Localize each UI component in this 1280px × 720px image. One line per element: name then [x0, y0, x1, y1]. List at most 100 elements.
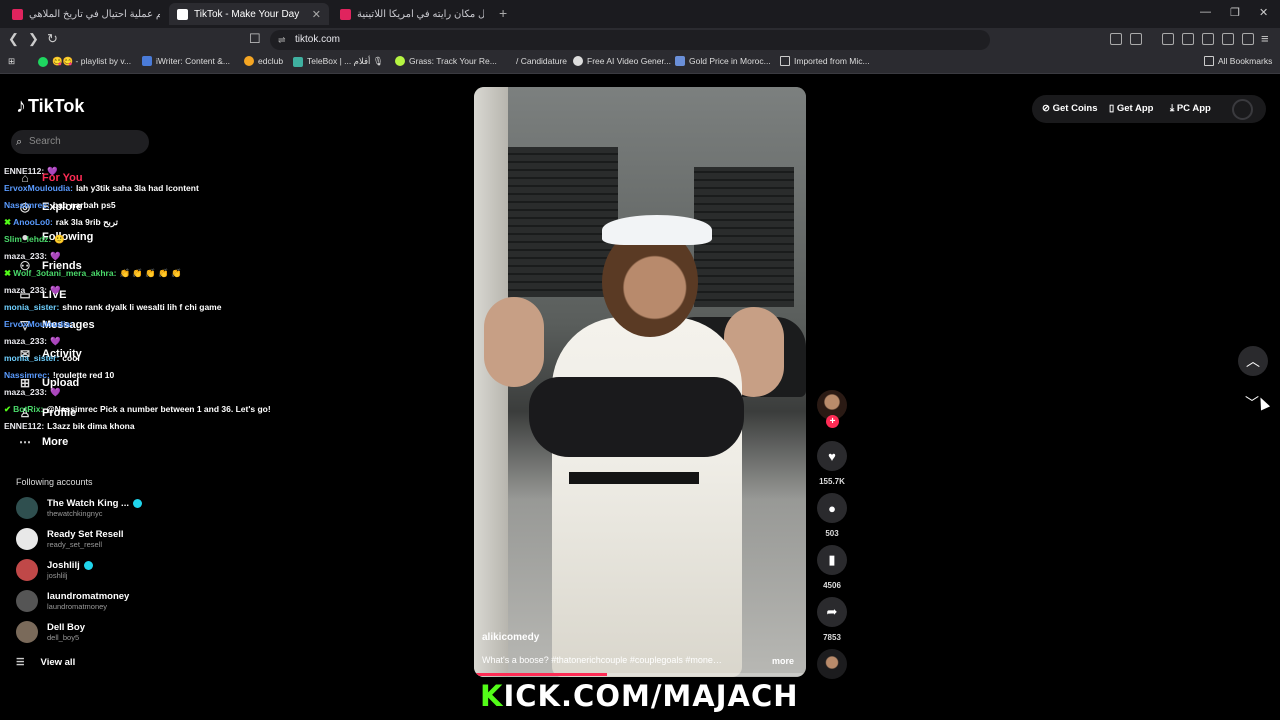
music-disc[interactable]: [817, 649, 847, 679]
extension-icon[interactable]: [1110, 33, 1122, 45]
chat-text: shno rank dyalk li wesalti lih f chi gam…: [62, 302, 222, 312]
new-tab-button[interactable]: +: [499, 5, 507, 21]
chat-message: ✖ Wolf_3otani_mera_akhra: 👏 👏 👏 👏 👏: [4, 268, 182, 279]
list-icon: ☰: [16, 657, 25, 668]
video-username[interactable]: alikicomedy: [482, 632, 539, 643]
video-progress-bar[interactable]: [474, 673, 806, 676]
caption-more-button[interactable]: more: [772, 656, 794, 666]
avatar: [16, 590, 38, 612]
maximize-icon[interactable]: ❐: [1230, 6, 1240, 19]
get-coins-button[interactable]: ⊘ Get Coins: [1042, 103, 1097, 114]
sidebar-icon[interactable]: [1182, 33, 1194, 45]
tab-1[interactable]: اضخم عملية احتيال في تاريخ الملاهي: [4, 3, 168, 25]
comment-button[interactable]: ● 503: [817, 493, 847, 538]
video-scene: [529, 377, 744, 457]
edclub-icon: [244, 56, 254, 66]
tiktok-logo[interactable]: ♪ TikTok: [16, 95, 84, 118]
site-info-icon[interactable]: ⇌: [278, 30, 286, 50]
account-name: Ready Set Resell: [47, 529, 124, 540]
chat-username: BotRix:: [13, 404, 44, 414]
account-name-text: Ready Set Resell: [47, 529, 124, 540]
tab-3-title: أجمل مكان رأيته في أمريكا اللاتينية 🇻🇪: [357, 8, 484, 20]
tab-3[interactable]: أجمل مكان رأيته في أمريكا اللاتينية 🇻🇪: [332, 3, 492, 25]
avatar[interactable]: [1232, 99, 1253, 120]
url-text: tiktok.com: [295, 34, 341, 45]
menu-icon[interactable]: ≡: [1261, 31, 1269, 46]
chat-username: maza_233:: [4, 387, 48, 397]
close-window-icon[interactable]: ✕: [1259, 6, 1268, 19]
chat-username: ENNE112:: [4, 166, 45, 176]
chat-username: Nassimrec:: [4, 200, 50, 210]
following-account[interactable]: Ready Set Resell ready_set_resell: [16, 528, 124, 550]
close-tab-icon[interactable]: ✕: [312, 8, 321, 21]
view-all-link[interactable]: ☰ View all: [16, 657, 75, 668]
following-account[interactable]: laundromatmoney laundromatmoney: [16, 590, 129, 612]
video-progress-fill: [474, 673, 607, 676]
chat-text: rak 3la 9rib تربح: [55, 217, 118, 227]
bookmark-item[interactable]: TeleBox | ... أفلام 🎙: [293, 56, 384, 67]
spotify-icon: [38, 56, 48, 67]
chat-message: ✖ AnooLo0: rak 3la 9rib تربح: [4, 217, 118, 228]
chat-message: maza_233: 💜: [4, 336, 61, 347]
video-player[interactable]: alikicomedy What's a boose? #thatonerich…: [474, 87, 806, 677]
chat-username: ErvoxMouloudia:: [4, 183, 73, 193]
pc-app-button[interactable]: ⤓ PC App: [1170, 103, 1211, 114]
chat-badge-icon: ✖: [4, 268, 12, 278]
reload-icon[interactable]: ↻: [47, 31, 58, 47]
bookmark-item[interactable]: iWriter: Content &...: [142, 56, 230, 66]
shield-icon[interactable]: [1242, 33, 1254, 45]
media-icon[interactable]: [1162, 33, 1174, 45]
tab-2[interactable]: TikTok - Make Your Day ✕: [169, 3, 329, 25]
video-scene: [552, 317, 742, 677]
url-field[interactable]: ⇌ tiktok.com: [270, 30, 990, 50]
account-text: laundromatmoney laundromatmoney: [47, 591, 129, 611]
back-icon[interactable]: ❮: [8, 31, 19, 47]
forward-icon[interactable]: ❯: [28, 31, 39, 47]
chat-text: lah y3tik saha 3la had lcontent: [75, 183, 199, 193]
bookmark-item[interactable]: Free AI Video Gener...: [573, 56, 671, 66]
bookmark-item[interactable]: 😋😋 - playlist by v...: [38, 56, 131, 67]
previous-video-button[interactable]: ︿: [1238, 346, 1268, 376]
share-button[interactable]: ➦ 7853: [817, 597, 847, 642]
bookmark-icon[interactable]: ☐: [249, 31, 261, 47]
chat-text: cool: [62, 353, 80, 363]
all-bookmarks[interactable]: All Bookmarks: [1204, 56, 1272, 66]
avatar: [16, 559, 38, 581]
bookmark-item[interactable]: / Candidature: [502, 56, 567, 66]
tab-1-title: اضخم عملية احتيال في تاريخ الملاهي: [29, 8, 160, 20]
bookmark-item[interactable]: Grass: Track Your Re...: [395, 56, 497, 66]
share-icon: ➦: [817, 597, 847, 627]
wallet-icon[interactable]: [1202, 33, 1214, 45]
youtube-icon: [340, 8, 351, 20]
chat-message: ErvoxMouloudia:: [4, 319, 76, 329]
chat-text: @Nassimrec Pick a number between 1 and 3…: [46, 404, 271, 414]
extension-icon[interactable]: [1130, 33, 1142, 45]
chevron-up-icon: ︿: [1246, 353, 1260, 369]
video-scene: [569, 472, 699, 484]
chat-text: 💜: [50, 251, 61, 261]
get-app-button[interactable]: ▯ Get App: [1109, 103, 1153, 114]
save-button[interactable]: ▮ 4506: [817, 545, 847, 590]
chat-text: L3azz bik dima khona: [47, 421, 135, 431]
chat-message: Slim_lehdz: 🙂: [4, 234, 65, 245]
like-button[interactable]: ♥ 155.7K: [817, 441, 847, 486]
bookmark-item[interactable]: Gold Price in Moroc...: [675, 56, 771, 66]
minimize-icon[interactable]: —: [1200, 6, 1211, 18]
chat-text: 👏 👏 👏 👏 👏: [119, 268, 182, 278]
bookmark-folder[interactable]: Imported from Mic...: [780, 56, 870, 66]
chat-message: maza_233: 💜: [4, 285, 61, 296]
page-icon: [502, 56, 512, 66]
chat-message: monia_sister: cool: [4, 353, 80, 363]
follow-plus-button[interactable]: +: [826, 415, 839, 428]
account-text: The Watch King ... thewatchkingnyc: [47, 498, 142, 518]
following-account[interactable]: Dell Boy dell_boy5: [16, 621, 85, 643]
ai-icon[interactable]: [1222, 33, 1234, 45]
tiktok-icon: [177, 8, 188, 20]
bookmark-item[interactable]: edclub: [244, 56, 283, 66]
following-account[interactable]: The Watch King ... thewatchkingnyc: [16, 497, 142, 519]
search-input[interactable]: ⌕ Search: [11, 130, 149, 154]
following-account[interactable]: Joshlilj joshlilj: [16, 559, 93, 581]
nav-more[interactable]: ⋯ More: [16, 435, 68, 449]
more-icon: ⋯: [19, 435, 31, 449]
apps-icon[interactable]: ⊞: [8, 56, 15, 67]
